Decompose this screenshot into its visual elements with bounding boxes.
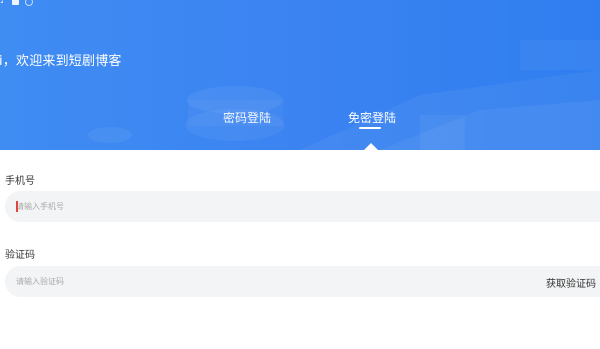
phone-field [5, 191, 600, 222]
get-verification-code-button[interactable]: 获取验证码 [546, 275, 596, 290]
circle-icon [24, 0, 33, 6]
tab-passwordless-login[interactable]: 免密登陆 [348, 109, 396, 126]
status-icons: ♪ [0, 0, 33, 6]
tab-pointer-triangle [364, 143, 378, 150]
phone-label: 手机号 [5, 176, 35, 187]
verification-code-input[interactable] [16, 266, 466, 297]
phone-input[interactable] [16, 191, 466, 222]
tab-password-login[interactable]: 密码登陆 [223, 109, 271, 126]
app-icon: ♪ [0, 0, 6, 6]
welcome-greeting: i，欢迎来到短剧博客 [0, 54, 122, 69]
verification-code-label: 验证码 [5, 250, 35, 261]
active-tab-indicator [359, 127, 381, 129]
hero-banner: ♪ i，欢迎来到短剧博客 密码登陆 免密登陆 [0, 0, 600, 150]
square-icon [11, 0, 19, 5]
text-cursor [16, 201, 18, 212]
verification-code-field [5, 266, 600, 297]
login-tabs: 密码登陆 免密登陆 [0, 109, 600, 149]
